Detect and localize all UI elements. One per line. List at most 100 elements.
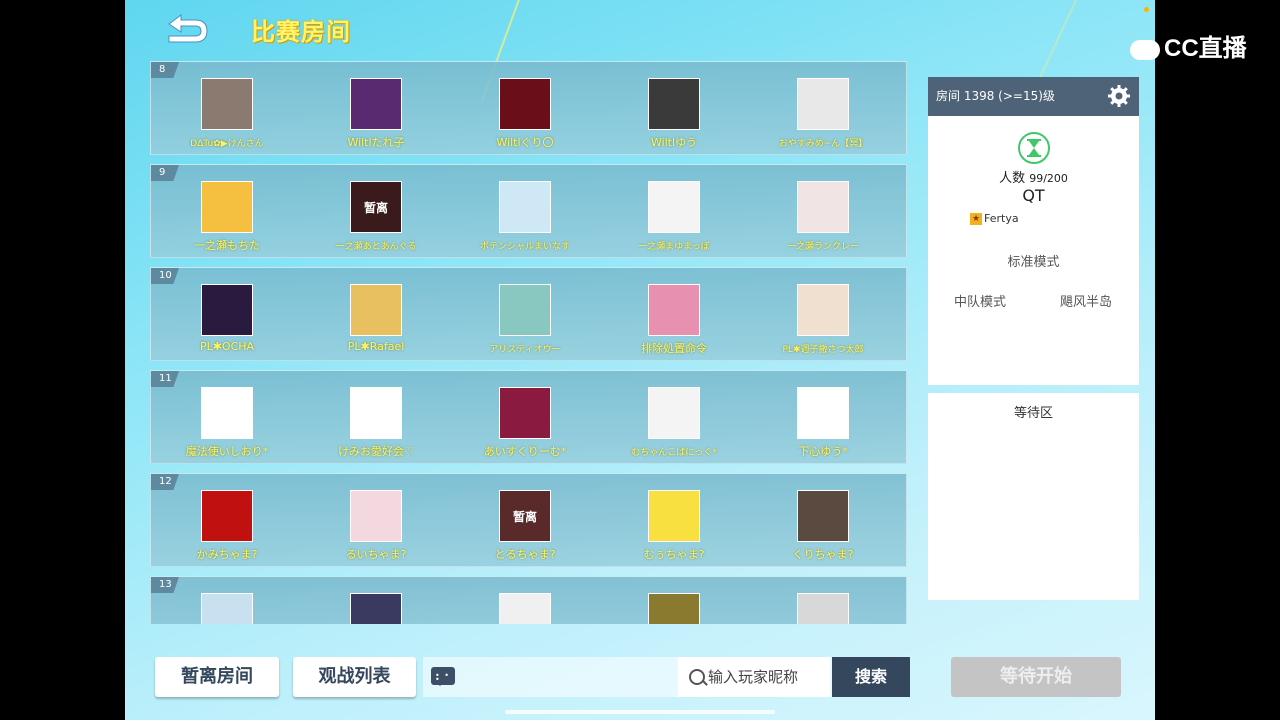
- player-name: DΔTu✿▶けんさん: [190, 139, 264, 149]
- player-name: 魔法使いしおり*: [185, 445, 269, 458]
- team-row: 8 DΔTu✿▶けんさん Wiltlたれ子 Wiltlぐり〇 Wiltlゆう おやすみめ~…: [150, 61, 907, 155]
- player-avatar: [499, 284, 551, 336]
- map-island[interactable]: 飓风半岛: [1060, 291, 1112, 310]
- team-row: 9 一之瀬もちた 暂离 一之瀬あとあんぐる ポテンシャルまいなす 一之瀬まゆまっぽ 一之瀬ラ…: [150, 164, 907, 258]
- team-number: 13: [151, 577, 179, 593]
- mode-standard[interactable]: 标准模式: [928, 251, 1139, 270]
- player-avatar: [797, 284, 849, 336]
- player-slot[interactable]: Wiltlたれ子: [306, 78, 446, 150]
- player-avatar: [648, 284, 700, 336]
- player-slot[interactable]: 暂离一之瀬あとあんぐる: [306, 181, 446, 252]
- player-slot[interactable]: 排除処置命令: [604, 284, 744, 356]
- player-name: かみちゃま?: [196, 548, 258, 561]
- player-slot[interactable]: Wiltlぐり〇: [455, 78, 595, 150]
- page-title: 比赛房间: [251, 18, 351, 46]
- spectate-list-button[interactable]: 观战列表: [293, 657, 416, 697]
- player-avatar: [648, 181, 700, 233]
- player-name: Wiltlゆう: [650, 136, 698, 149]
- hourglass-icon: [1018, 132, 1050, 164]
- player-slot[interactable]: あいすくりーむ*: [455, 387, 595, 459]
- player-avatar: [648, 387, 700, 439]
- away-room-button[interactable]: 暂离房间: [155, 657, 279, 697]
- owner-name: Fertya: [984, 212, 1019, 225]
- player-name: 一之瀬まゆまっぽ: [638, 242, 710, 252]
- player-slot[interactable]: くりちゃま?: [753, 490, 893, 562]
- player-slot[interactable]: 一之瀬もちた: [157, 181, 297, 253]
- room-id-label: 房间 1398 (>=15)级: [936, 89, 1055, 103]
- player-slot[interactable]: むぅちゃま?: [604, 490, 744, 562]
- player-slot[interactable]: PL✱OCHA: [157, 284, 297, 353]
- room-info-panel: 房间 1398 (>=15)级 人数 99/200 QT ★ Fertya 标准…: [928, 77, 1139, 385]
- player-name: むちゃんこばにっく*: [631, 448, 717, 458]
- player-avatar: [350, 387, 402, 439]
- player-avatar: [797, 593, 849, 624]
- player-slot[interactable]: Wiltlゆう: [604, 78, 744, 150]
- player-avatar: [648, 593, 700, 624]
- back-arrow-icon[interactable]: [161, 10, 211, 50]
- recording-dot: [1144, 7, 1149, 12]
- player-slot[interactable]: むちゃんこばにっく*: [604, 387, 744, 458]
- player-avatar: 暂离: [350, 181, 402, 233]
- player-name: けみお愛好会♡: [338, 445, 414, 458]
- player-avatar: [797, 490, 849, 542]
- wait-start-button[interactable]: 等待开始: [951, 657, 1121, 697]
- player-name: おやすみめ~ん【冥】: [778, 139, 868, 149]
- player-name: 排除処置命令: [641, 342, 707, 355]
- home-indicator: [505, 710, 775, 714]
- chat-icon[interactable]: • • •: [431, 667, 455, 686]
- player-avatar: [201, 78, 253, 130]
- player-slot[interactable]: PL✱週子撒さつ太郎: [753, 284, 893, 355]
- player-name: 一之瀬もちた: [194, 239, 260, 252]
- player-slot[interactable]: [455, 593, 595, 624]
- player-avatar: [350, 284, 402, 336]
- player-avatar: [797, 181, 849, 233]
- player-avatar: [797, 78, 849, 130]
- player-name: Wiltlたれ子: [347, 136, 405, 149]
- gear-icon[interactable]: [1107, 84, 1131, 108]
- player-slot[interactable]: おやすみめ~ん【冥】: [753, 78, 893, 149]
- player-name: PL✱Rafael: [347, 340, 405, 353]
- player-slot[interactable]: DΔTu✿▶けんさん: [157, 78, 297, 149]
- room-header: 房间 1398 (>=15)级: [928, 77, 1139, 116]
- owner-star-icon: ★: [970, 212, 982, 225]
- team-row: 11 魔法使いしおり* けみお愛好会♡ あいすくりーむ* むちゃんこばにっく* 下心ゆう*: [150, 370, 907, 464]
- decor-streak: [1036, 0, 1077, 83]
- room-owner: ★ Fertya: [970, 212, 1019, 225]
- waiting-area-panel: 等待区: [928, 393, 1139, 600]
- player-slot[interactable]: けみお愛好会♡: [306, 387, 446, 459]
- player-name: とるちゃま?: [494, 548, 556, 561]
- player-name: むぅちゃま?: [643, 548, 705, 561]
- team-list[interactable]: 8 DΔTu✿▶けんさん Wiltlたれ子 Wiltlぐり〇 Wiltlゆう おやすみめ~…: [150, 61, 907, 624]
- player-name: 一之瀬ランクレー: [786, 242, 859, 252]
- player-avatar: [499, 593, 551, 624]
- player-slot[interactable]: 一之瀬まゆまっぽ: [604, 181, 744, 252]
- player-count: 人数 99/200: [999, 171, 1068, 186]
- player-name: ポテンシャルまいなす: [479, 242, 570, 252]
- player-avatar: [350, 593, 402, 624]
- player-avatar: [648, 78, 700, 130]
- cc-live-logo: CC直播: [1130, 28, 1247, 63]
- player-avatar: [201, 181, 253, 233]
- team-number: 8: [151, 62, 179, 78]
- player-slot[interactable]: かみちゃま?: [157, 490, 297, 562]
- player-slot[interactable]: [753, 593, 893, 624]
- player-avatar: [648, 490, 700, 542]
- player-slot[interactable]: [157, 593, 297, 624]
- player-slot[interactable]: 下心ゆう*: [753, 387, 893, 459]
- player-slot[interactable]: るいちゃま?: [306, 490, 446, 562]
- player-slot[interactable]: ポテンシャルまいなす: [455, 181, 595, 252]
- player-slot[interactable]: 暂离 とるちゃま?: [455, 490, 595, 562]
- search-icon: [689, 669, 705, 685]
- team-number: 12: [151, 474, 179, 490]
- search-button[interactable]: 搜索: [832, 657, 910, 697]
- player-slot[interactable]: 魔法使いしおり*: [157, 387, 297, 459]
- player-avatar: [201, 490, 253, 542]
- player-slot[interactable]: PL✱Rafael: [306, 284, 446, 353]
- player-slot[interactable]: 一之瀬ランクレー: [753, 181, 893, 252]
- mode-team[interactable]: 中队模式: [954, 291, 1006, 310]
- player-slot[interactable]: アリスティオウー: [455, 284, 595, 355]
- player-name: 一之瀬あとあんぐる: [335, 242, 417, 252]
- team-number: 10: [151, 268, 179, 284]
- player-slot[interactable]: [604, 593, 744, 624]
- player-slot[interactable]: [306, 593, 446, 624]
